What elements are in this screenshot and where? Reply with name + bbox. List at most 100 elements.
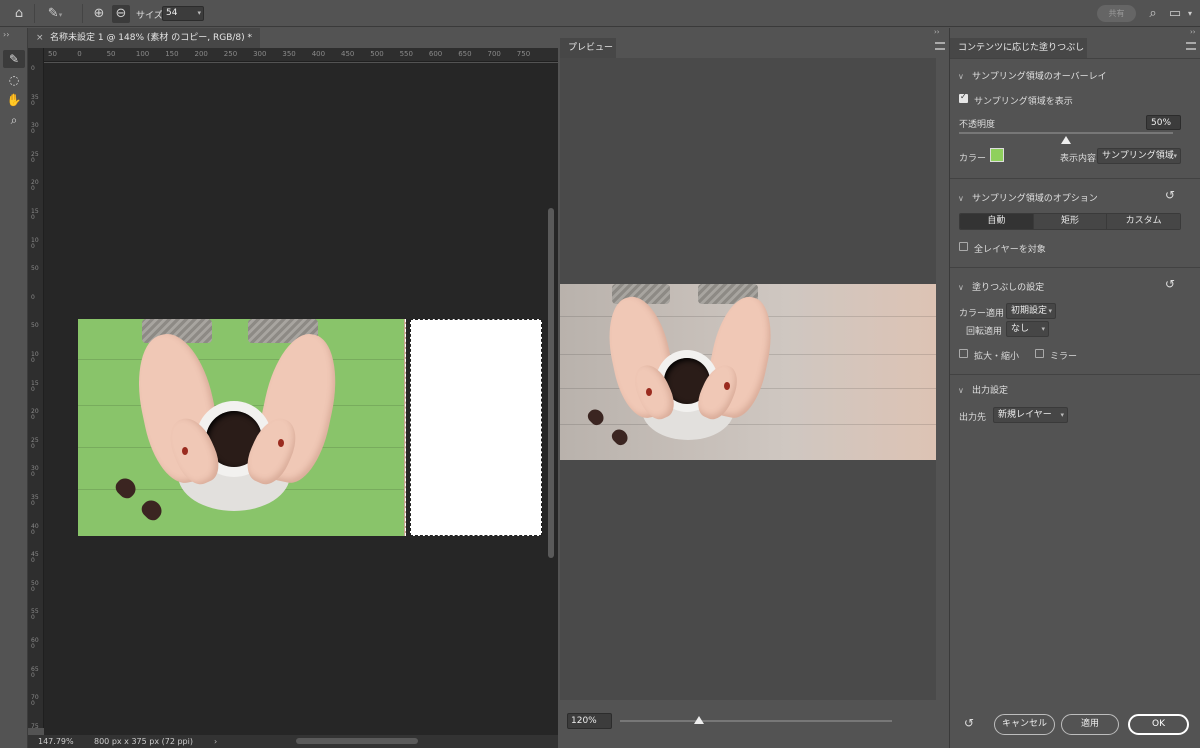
divider (950, 58, 1200, 59)
preview-zoom-knob[interactable] (693, 716, 704, 724)
ruler-tick-label: 450 (341, 50, 355, 58)
hand-tool-icon[interactable]: ✋ (3, 91, 25, 109)
preview-zoom-slider[interactable] (620, 720, 892, 722)
share-button[interactable]: 共有 (1097, 5, 1136, 22)
zoom-tool-icon[interactable]: ⌕ (3, 111, 25, 129)
rotate-select[interactable]: なし ▾ (1006, 321, 1049, 337)
panel-menu-icon[interactable] (1186, 42, 1196, 50)
search-icon[interactable]: ⌕ (1144, 5, 1162, 23)
document-window: × 名称未設定 1 @ 148% (素材 のコピー, RGB/8) * 50 0 5… (28, 28, 558, 748)
ruler-tick-label: 250 (223, 50, 238, 58)
fill-section-header[interactable]: ∨ 塗りつぶしの設定 (958, 280, 1044, 293)
segment-custom[interactable]: カスタム (1107, 214, 1180, 229)
ruler-tick-label: 300 (253, 50, 267, 58)
show-sampling-checkbox[interactable] (959, 92, 968, 103)
document-title: 名称未設定 1 @ 148% (素材 のコピー, RGB/8) * (50, 33, 253, 43)
apply-button[interactable]: 適用 (1061, 714, 1119, 735)
scale-checkbox[interactable] (959, 349, 968, 358)
chevron-down-icon[interactable]: ▾ (1173, 149, 1177, 163)
cancel-button[interactable]: キャンセル (994, 714, 1055, 735)
chevron-down-icon[interactable]: ∨ (958, 283, 972, 292)
ruler-tick-label: 150 (31, 379, 39, 393)
segment-rectangle[interactable]: 矩形 (1033, 214, 1108, 229)
ruler-tick-label: 100 (135, 50, 150, 58)
collapse-icon[interactable]: ›› (3, 30, 9, 39)
ruler-tick-label: 250 (31, 150, 39, 164)
chevron-down-icon[interactable]: ▾ (1060, 408, 1064, 422)
scale-label: 拡大・縮小 (974, 352, 1020, 362)
options-section-header[interactable]: ∨ サンプリング領域のオプション (958, 191, 1098, 204)
all-layers-checkbox[interactable] (959, 242, 968, 251)
ruler-tick-label: 300 (31, 465, 39, 479)
chevron-down-icon[interactable]: ∨ (958, 386, 972, 395)
mirror-checkbox[interactable] (1035, 349, 1044, 358)
document-tab[interactable]: × 名称未設定 1 @ 148% (素材 のコピー, RGB/8) * (28, 28, 260, 48)
output-label: 出力先 (959, 413, 987, 423)
horizontal-scroll-thumb[interactable] (296, 738, 418, 744)
collapse-icon[interactable]: ›› (934, 28, 940, 36)
preview-tab[interactable]: プレビュー (560, 38, 616, 58)
reset-icon[interactable]: ↺ (1165, 277, 1175, 291)
divider (950, 267, 1200, 268)
content-aware-fill-panel: ›› コンテンツに応じた塗りつぶし ∨サンプリング領域のオーバーレイ サンプリン… (949, 28, 1200, 748)
ok-button[interactable]: OK (1128, 714, 1189, 735)
opacity-input[interactable]: 50% (1146, 115, 1181, 130)
preview-scrollbar[interactable] (936, 58, 948, 700)
chevron-right-icon[interactable]: › (214, 735, 217, 748)
workspace-icon[interactable]: ▭ (1166, 5, 1184, 23)
canvas[interactable] (44, 63, 544, 735)
all-layers-label: 全レイヤーを対象 (974, 245, 1046, 255)
panel-tab[interactable]: コンテンツに応じた塗りつぶし (950, 38, 1087, 58)
close-icon[interactable]: × (36, 28, 44, 48)
opacity-slider[interactable] (959, 132, 1173, 134)
output-section-header[interactable]: ∨ 出力設定 (958, 383, 1008, 396)
collapse-icon[interactable]: ›› (1190, 28, 1196, 36)
chevron-down-icon[interactable]: ∨ (958, 194, 972, 203)
reset-all-icon[interactable]: ↺ (964, 716, 974, 730)
sampling-mode-segmented: 自動 矩形 カスタム (959, 213, 1181, 230)
divider (950, 178, 1200, 179)
reset-icon[interactable]: ↺ (1165, 188, 1175, 202)
add-to-selection-icon[interactable]: ⊕ (90, 5, 108, 23)
chevron-down-icon[interactable]: ∨ (958, 72, 972, 81)
scroll-thumb[interactable] (548, 208, 554, 558)
ruler-tick-label: 700 (31, 694, 39, 708)
size-value: 54 (166, 8, 178, 18)
size-input[interactable]: 54 ▾ (162, 6, 204, 21)
rotate-value: なし (1011, 324, 1030, 334)
ruler-tick-label: 750 (31, 722, 39, 728)
preview-canvas[interactable] (560, 58, 936, 700)
chevron-down-icon[interactable]: ▾ (197, 7, 201, 20)
output-select[interactable]: 新規レイヤー ▾ (993, 407, 1068, 423)
ruler-tick-label: 150 (165, 50, 179, 58)
display-select[interactable]: サンプリング領域 ▾ (1097, 148, 1181, 164)
brush-tool-icon[interactable]: ✎ (3, 50, 25, 68)
photo-with-overlay[interactable] (78, 319, 406, 536)
ruler-tick-label: 50 (48, 50, 57, 58)
preview-photo (560, 284, 936, 460)
output-section-title: 出力設定 (972, 386, 1009, 396)
chevron-down-icon[interactable]: ▾ (1048, 304, 1052, 318)
document-size-status[interactable]: 800 px x 375 px (72 ppi) (94, 735, 193, 748)
show-sampling-label: サンプリング領域を表示 (974, 97, 1073, 107)
ruler-tick-label: 200 (31, 408, 39, 422)
overlay-section-header[interactable]: ∨ サンプリング領域のオーバーレイ (958, 69, 1107, 82)
subtract-from-selection-icon[interactable]: ⊖ (112, 5, 130, 23)
panel-menu-icon[interactable] (935, 42, 945, 50)
lasso-tool-icon[interactable]: ◌ (3, 71, 25, 89)
fill-section-title: 塗りつぶしの設定 (972, 283, 1045, 293)
overlay-color-swatch[interactable] (990, 148, 1004, 162)
chevron-down-icon[interactable]: ▾ (1041, 322, 1045, 336)
vertical-scrollbar[interactable] (544, 63, 558, 735)
chocolate-heart (112, 474, 140, 502)
brush-icon[interactable]: ✎▾ (42, 5, 68, 23)
rotate-label: 回転適用 (966, 327, 1003, 337)
chevron-down-icon[interactable]: ▾ (1184, 5, 1196, 23)
color-adapt-select[interactable]: 初期設定 ▾ (1006, 303, 1056, 319)
zoom-status[interactable]: 147.79% (38, 735, 74, 748)
opacity-slider-knob[interactable] (1061, 136, 1071, 144)
home-icon[interactable]: ⌂ (10, 5, 28, 23)
selection-marquee[interactable] (410, 319, 542, 536)
segment-auto[interactable]: 自動 (960, 214, 1034, 229)
preview-zoom-input[interactable]: 120% (567, 713, 612, 729)
